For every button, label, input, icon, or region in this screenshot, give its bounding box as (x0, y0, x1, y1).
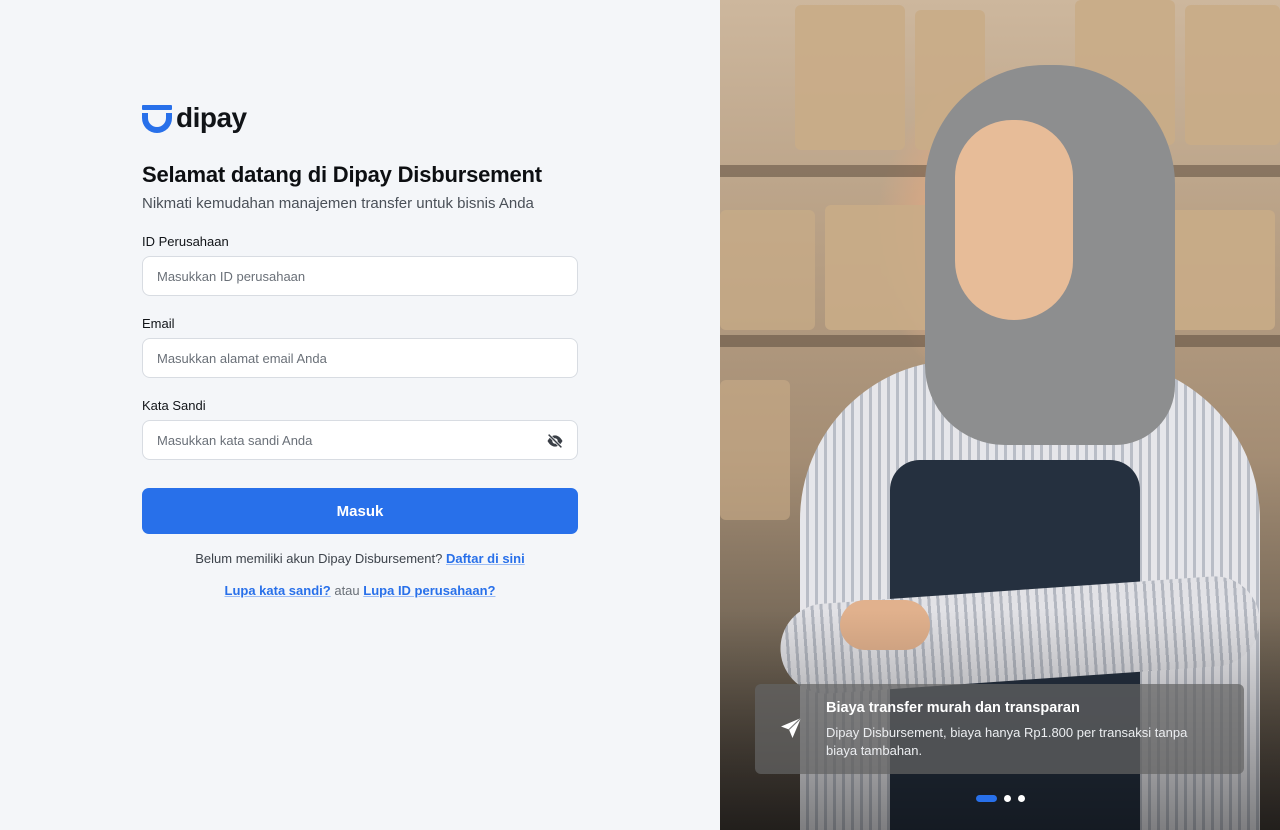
login-button[interactable]: Masuk (142, 488, 578, 534)
email-input-box[interactable] (142, 338, 578, 378)
send-icon (781, 717, 802, 738)
forgot-company-id-link[interactable]: Lupa ID perusahaan? (363, 583, 495, 598)
carousel-dot-3[interactable] (1018, 794, 1025, 802)
signup-prompt-line: Belum memiliki akun Dipay Disbursement? … (142, 551, 578, 567)
page-title: Selamat datang di Dipay Disbursement (142, 162, 542, 187)
brand-name: dipay (176, 102, 247, 133)
email-label: Email (142, 316, 175, 331)
email-field: Email (142, 316, 578, 378)
password-field: Kata Sandi (142, 398, 578, 460)
promo-card: Biaya transfer murah dan transparan Dipa… (755, 684, 1244, 774)
forgot-separator: atau (334, 583, 360, 598)
brand-logo: dipay (142, 102, 578, 134)
company-id-input-box[interactable] (142, 256, 578, 296)
login-form: dipay Selamat datang di Dipay Disburseme… (142, 102, 578, 599)
login-panel: dipay Selamat datang di Dipay Disburseme… (0, 0, 720, 830)
forgot-password-link[interactable]: Lupa kata sandi? (225, 583, 331, 598)
promo-description: Dipay Disbursement, biaya hanya Rp1.800 … (826, 725, 1188, 758)
page-subtitle: Nikmati kemudahan manajemen transfer unt… (142, 195, 534, 212)
signup-prompt-text: Belum memiliki akun Dipay Disbursement? (195, 551, 443, 566)
forgot-links-line: Lupa kata sandi? atau Lupa ID perusahaan… (142, 583, 578, 599)
hero-image-panel: Biaya transfer murah dan transparan Dipa… (720, 0, 1280, 830)
carousel-dot-1[interactable] (976, 794, 997, 802)
company-id-input[interactable] (157, 257, 563, 295)
password-label: Kata Sandi (142, 398, 206, 413)
carousel-pagination (976, 794, 1025, 802)
company-id-field: ID Perusahaan (142, 234, 578, 296)
carousel-dot-2[interactable] (1004, 794, 1011, 802)
company-id-label: ID Perusahaan (142, 234, 229, 249)
email-input[interactable] (157, 339, 563, 377)
promo-title: Biaya transfer murah dan transparan (826, 700, 1080, 716)
eye-off-icon[interactable] (546, 432, 564, 450)
dipay-logo-icon (142, 103, 172, 133)
password-input-box[interactable] (142, 420, 578, 460)
password-input[interactable] (157, 421, 563, 459)
signup-link[interactable]: Daftar di sini (446, 551, 525, 566)
